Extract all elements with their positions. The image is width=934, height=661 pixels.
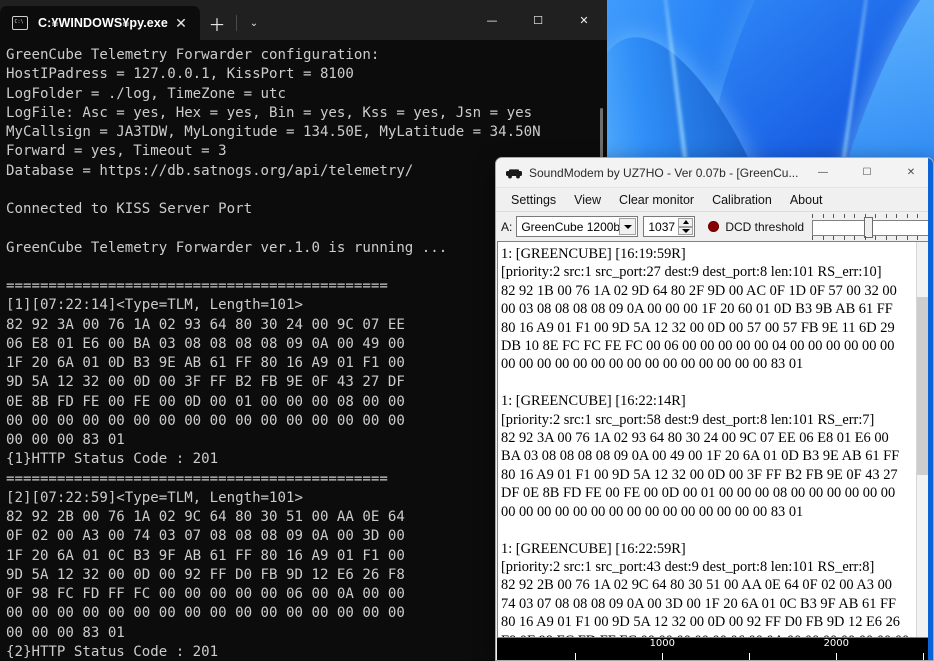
spectrum-tick [575,653,577,660]
close-window-button[interactable]: ✕ [889,158,933,188]
maximize-button[interactable]: ☐ [515,0,561,40]
spectrum-display[interactable]: 1000 2000 [497,638,932,660]
maximize-button[interactable]: ☐ [845,158,889,188]
spectrum-tick [749,653,751,660]
dcd-indicator-led [708,221,720,232]
console-icon: C:\ [12,16,28,30]
soundmodem-menubar[interactable]: Settings View Clear monitor Calibration … [496,188,933,212]
terminal-tab-active[interactable]: C:\ C:¥WINDOWS¥py.exe ✕ [0,6,200,40]
close-window-button[interactable]: ✕ [561,0,607,40]
modem-icon [503,162,525,184]
dcd-threshold-slider[interactable] [812,213,929,240]
minimize-button[interactable]: — [469,0,515,40]
frequency-value: 1037 [648,219,676,234]
spinner-up-icon[interactable] [678,218,694,227]
channel-a-label: A: [501,219,513,234]
soundmodem-toolbar[interactable]: A: GreenCube 1200bd 1037 DCD threshold [496,212,933,241]
monitor-output-text: 1: [GREENCUBE] [16:19:59R] [priority:2 s… [501,246,909,637]
spectrum-tick [662,653,664,660]
window-right-accent [928,158,933,660]
new-tab-button[interactable]: ＋ [200,6,234,40]
spectrum-tick [836,653,838,660]
spectrum-tick [923,653,925,660]
soundmodem-title-text: SoundModem by UZ7HO - Ver 0.07b - [Green… [529,165,799,180]
dcd-threshold-label: DCD threshold [725,219,805,234]
minimize-button[interactable]: — [801,158,845,188]
soundmodem-monitor-pane[interactable]: 1: [GREENCUBE] [16:19:59R] [priority:2 s… [497,241,932,638]
terminal-titlebar[interactable]: C:\ C:¥WINDOWS¥py.exe ✕ ＋ ⌄ — ☐ ✕ [0,0,607,40]
frequency-stepper[interactable]: 1037 [643,216,696,237]
chevron-down-icon[interactable]: ⌄ [239,6,269,40]
chevron-down-icon[interactable] [619,218,637,235]
menu-item-settings[interactable]: Settings [502,191,565,209]
soundmodem-window[interactable]: SoundModem by UZ7HO - Ver 0.07b - [Green… [495,157,934,661]
spectrum-axis-label: 2000 [823,638,850,649]
slider-ticks-bottom [812,235,929,240]
toolbar-divider [236,15,237,31]
terminal-tab-title: C:¥WINDOWS¥py.exe [38,16,168,30]
slider-thumb[interactable] [863,216,873,238]
menu-item-about[interactable]: About [781,191,832,209]
terminal-caption-buttons[interactable]: — ☐ ✕ [469,0,607,40]
terminal-tab-strip[interactable]: C:\ C:¥WINDOWS¥py.exe ✕ ＋ ⌄ [0,0,469,40]
spectrum-axis-label: 1000 [649,638,676,649]
menu-item-calibration[interactable]: Calibration [703,191,781,209]
spinner-buttons[interactable] [678,218,694,235]
spinner-down-icon[interactable] [678,226,694,235]
close-tab-icon[interactable]: ✕ [168,10,194,36]
modem-mode-value: GreenCube 1200bd [521,219,627,234]
soundmodem-titlebar[interactable]: SoundModem by UZ7HO - Ver 0.07b - [Green… [496,158,933,188]
menu-item-view[interactable]: View [565,191,610,209]
menu-item-clear-monitor[interactable]: Clear monitor [610,191,703,209]
modem-mode-select[interactable]: GreenCube 1200bd [516,216,639,237]
